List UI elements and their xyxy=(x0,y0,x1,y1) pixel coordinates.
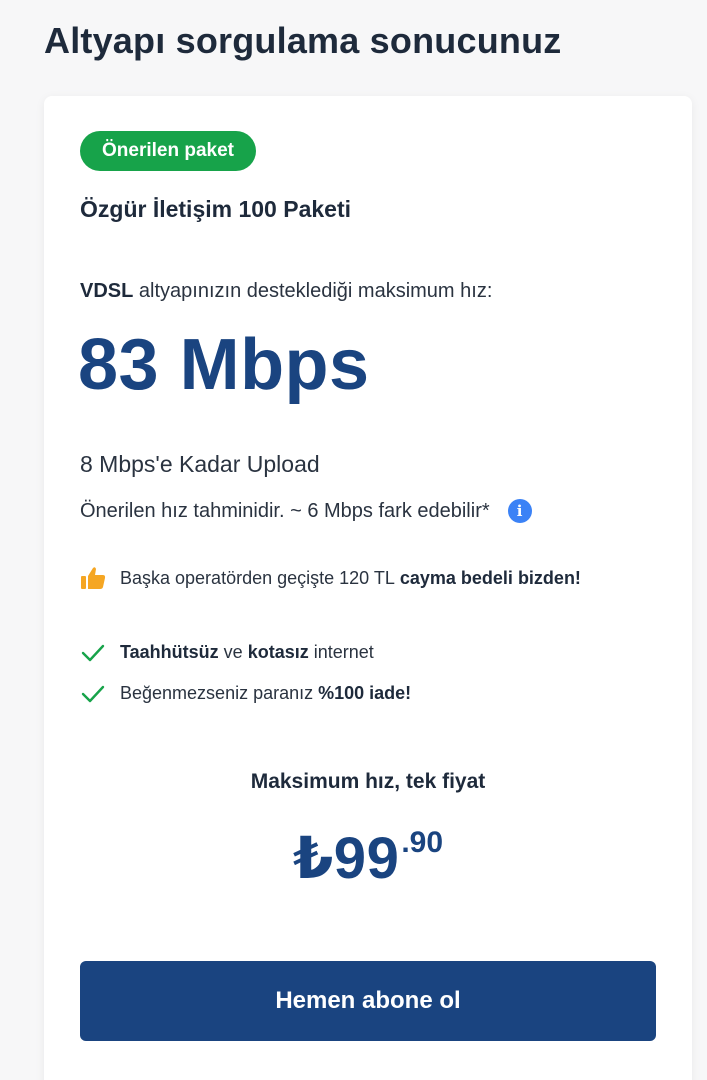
feature-item: Beğenmezseniz paranız %100 iade! xyxy=(80,683,411,704)
price-cents: .90 xyxy=(401,826,444,859)
subscribe-button[interactable]: Hemen abone ol xyxy=(80,961,656,1041)
check-icon xyxy=(81,685,105,702)
feature-item: Taahhütsüz ve kotasız internet xyxy=(80,642,374,663)
thumbs-up-icon xyxy=(81,567,106,589)
infra-type: VDSL xyxy=(80,280,134,302)
promo-bold: cayma bedeli bizden! xyxy=(399,567,581,588)
feature-text: Beğenmezseniz paranız xyxy=(120,683,319,703)
check-icon xyxy=(81,644,105,661)
feature-bold: %100 iade! xyxy=(318,683,412,703)
promo-text: Başka operatörden geçişte 120 TL xyxy=(120,567,395,588)
package-card: Önerilen paket Özgür İletişim 100 Paketi… xyxy=(44,96,692,1080)
price-main: ₺99 xyxy=(292,826,400,891)
info-icon[interactable]: i xyxy=(507,499,532,523)
upload-speed: 8 Mbps'e Kadar Upload xyxy=(80,451,320,477)
feature-bold: kotasız xyxy=(247,642,309,662)
price-caption: Maksimum hız, tek fiyat xyxy=(250,770,486,793)
infra-text: altyapınızın desteklediği maksimum hız: xyxy=(133,280,493,302)
feature-text: internet xyxy=(308,642,374,662)
estimate-text: Önerilen hız tahminidir. ~ 6 Mbps fark e… xyxy=(80,499,490,522)
page: Altyapı sorgulama sonucunuz Önerilen pak… xyxy=(0,0,707,1080)
recommended-badge: Önerilen paket xyxy=(80,131,256,171)
speed-estimate: Önerilen hız tahminidir. ~ 6 Mbps fark e… xyxy=(80,499,532,523)
page-title: Altyapı sorgulama sonucunuz xyxy=(44,20,562,61)
promo-line: Başka operatörden geçişte 120 TL cayma b… xyxy=(80,566,581,590)
package-name: Özgür İletişim 100 Paketi xyxy=(80,196,352,222)
max-speed: 83 Mbps xyxy=(78,325,370,405)
feature-bold: Taahhütsüz xyxy=(120,642,219,662)
price: ₺99.90 xyxy=(44,824,692,892)
feature-text: ve xyxy=(218,642,248,662)
infra-line: VDSL altyapınızın desteklediği maksimum … xyxy=(80,280,492,303)
